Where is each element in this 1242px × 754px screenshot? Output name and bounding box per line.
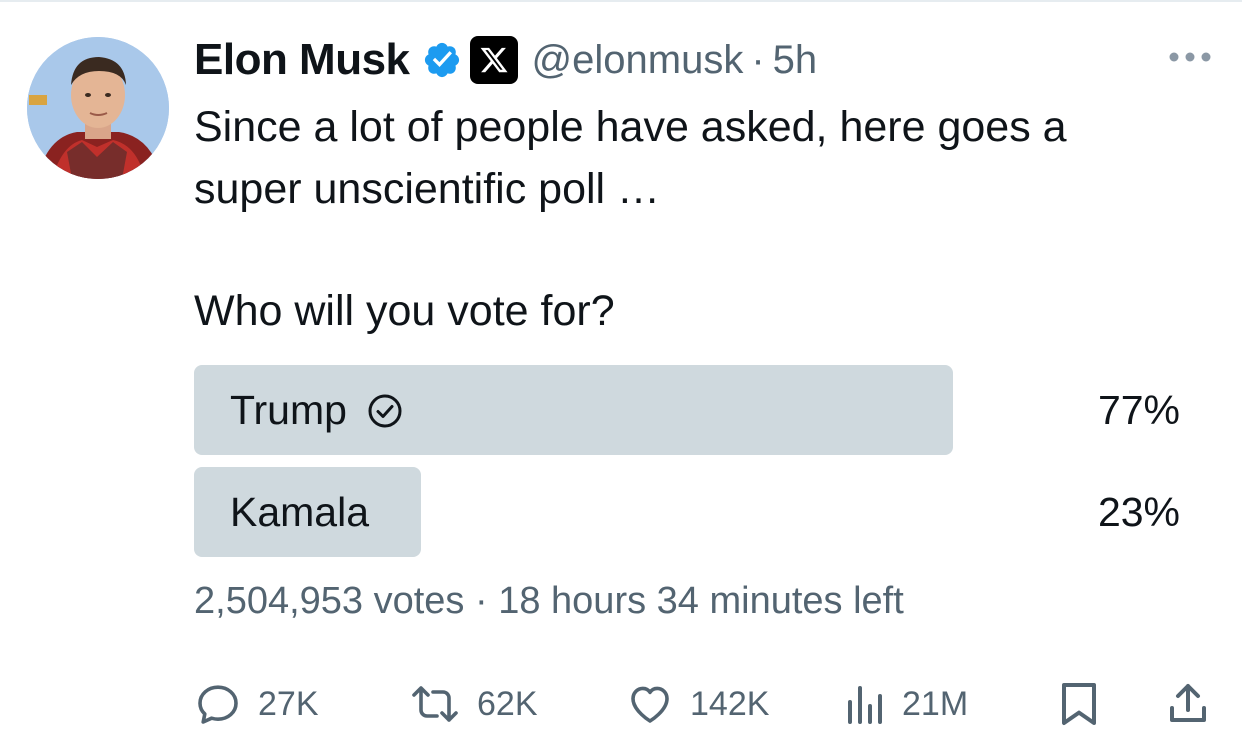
poll-option-percent: 77% [1097, 386, 1180, 433]
views-icon [848, 686, 882, 724]
tweet-text-line: Since a lot of people have asked, here g… [194, 103, 1067, 151]
views-count: 21M [902, 684, 969, 723]
poll-option-label: Kamala [230, 488, 370, 535]
reply-button[interactable]: 27K [194, 676, 319, 732]
tweet-text: Since a lot of people have asked, here g… [194, 96, 1194, 220]
x-logo-icon [469, 36, 518, 84]
repost-button[interactable]: 62K [409, 676, 538, 732]
check-circle-icon [367, 392, 403, 428]
action-bar: 27K 62K 142K 21M [194, 676, 1214, 732]
bookmark-icon [1062, 683, 1096, 725]
header-separator: · [751, 37, 765, 82]
author-handle[interactable]: @elonmusk [532, 38, 744, 83]
poll-meta-separator: · [475, 580, 488, 622]
tweet-header: Elon Musk @elonmusk · 5h [194, 30, 817, 90]
poll-option-label: Trump [230, 386, 347, 433]
tweet-timestamp[interactable]: 5h [773, 38, 818, 83]
like-icon [631, 686, 669, 723]
poll-meta: 2,504,953 votes · 18 hours 34 minutes le… [194, 580, 904, 623]
views-button[interactable]: 21M [844, 676, 968, 732]
poll-option-trump[interactable]: Trump 77% [194, 365, 1180, 455]
poll-question: Who will you vote for? [194, 287, 615, 335]
poll-option-label-row: Trump [230, 365, 403, 455]
avatar[interactable] [27, 37, 169, 179]
poll-option-percent: 23% [1097, 488, 1180, 535]
repost-count: 62K [477, 684, 538, 723]
tweet-text-line: super unscientific poll … [194, 165, 661, 213]
author-name[interactable]: Elon Musk [194, 35, 410, 85]
reply-icon [198, 685, 238, 724]
top-divider [0, 0, 1242, 2]
poll-votes: 2,504,953 votes [194, 580, 465, 622]
poll-option-kamala[interactable]: Kamala 23% [194, 467, 1180, 557]
like-count: 142K [690, 684, 770, 723]
repost-icon [412, 686, 458, 722]
share-button[interactable] [1166, 676, 1210, 732]
poll-time-left: 18 hours 34 minutes left [498, 580, 904, 622]
share-icon [1170, 684, 1206, 722]
like-button[interactable]: 142K [626, 676, 769, 732]
bookmark-button[interactable] [1058, 676, 1100, 732]
verified-badge-icon[interactable] [422, 40, 462, 80]
poll-option-label-row: Kamala [230, 467, 369, 557]
more-icon[interactable] [1167, 49, 1213, 65]
reply-count: 27K [258, 684, 319, 723]
